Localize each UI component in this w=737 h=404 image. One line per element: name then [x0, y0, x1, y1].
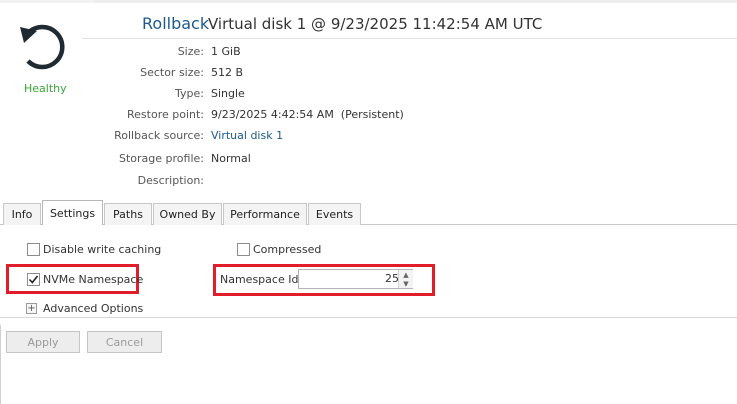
advanced-options-label[interactable]: Advanced Options [43, 302, 143, 315]
top-strip-right [94, 0, 737, 3]
storage-profile-value: Normal [211, 152, 251, 165]
sector-size-value: 512 B [211, 66, 244, 79]
page-title-type: Rollback [142, 14, 210, 33]
description-label: Description: [137, 174, 204, 187]
cancel-button[interactable]: Cancel [87, 331, 162, 353]
rollback-source-label: Rollback source: [114, 129, 204, 142]
spin-down-icon[interactable]: ▼ [399, 279, 413, 288]
storage-profile-label: Storage profile: [119, 152, 204, 165]
page-title: Virtual disk 1 @ 9/23/2025 11:42:54 AM U… [208, 15, 543, 33]
nvme-namespace-checkbox[interactable] [27, 273, 40, 286]
tab-events[interactable]: Events [308, 203, 361, 225]
type-label: Type: [175, 87, 204, 100]
size-label: Size: [177, 45, 204, 58]
expand-plus-icon[interactable]: + [26, 303, 37, 314]
namespace-id-label: Namespace Id: [220, 273, 303, 286]
left-edge [0, 325, 1, 404]
nvme-namespace-label: NVMe Namespace [43, 273, 144, 286]
compressed-checkbox[interactable] [237, 243, 250, 256]
sector-size-label: Sector size: [140, 66, 204, 79]
size-value: 1 GiB [211, 45, 241, 58]
disable-write-caching-checkbox[interactable] [27, 243, 40, 256]
buttons-divider [0, 317, 737, 318]
restore-point-value: 9/23/2025 4:42:54 AM (Persistent) [211, 108, 404, 121]
checkmark-icon [28, 275, 39, 284]
disable-write-caching-label: Disable write caching [43, 243, 162, 256]
compressed-label: Compressed [253, 243, 322, 256]
tab-paths[interactable]: Paths [104, 203, 152, 225]
rollback-source-link[interactable]: Virtual disk 1 [211, 129, 283, 142]
tab-performance[interactable]: Performance [223, 203, 307, 225]
namespace-id-input[interactable]: 257 [298, 269, 413, 289]
namespace-id-stepper[interactable]: ▲ ▼ [398, 270, 413, 288]
header-divider [82, 38, 737, 39]
tab-info[interactable]: Info [3, 203, 41, 225]
restore-point-label: Restore point: [127, 108, 204, 121]
type-value: Single [211, 87, 245, 100]
tab-settings[interactable]: Settings [42, 200, 103, 225]
tab-owned-by[interactable]: Owned By [153, 203, 222, 225]
spin-up-icon[interactable]: ▲ [399, 270, 413, 279]
apply-button[interactable]: Apply [6, 331, 80, 353]
